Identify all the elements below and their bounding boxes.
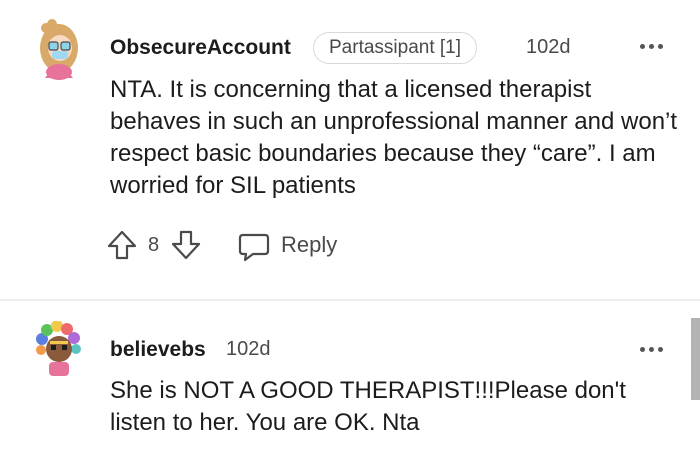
comment-body: NTA. It is concerning that a licensed th… (110, 76, 678, 199)
reply-label: Reply (281, 232, 338, 257)
reply-bubble-icon (238, 233, 270, 262)
upvote-icon[interactable] (105, 228, 139, 262)
user-avatar[interactable] (33, 18, 85, 80)
comment-timestamp[interactable]: 102d (226, 338, 271, 361)
vote-count: 8 (148, 234, 160, 256)
comment-timestamp[interactable]: 102d (526, 36, 571, 59)
user-flair-badge: Partassipant [1] (313, 32, 478, 64)
username[interactable]: ObsecureAccount (110, 36, 291, 60)
comment: ObsecureAccount Partassipant [1] 102d NT… (0, 0, 700, 299)
downvote-icon[interactable] (169, 228, 203, 262)
user-avatar[interactable] (33, 320, 85, 376)
avatar-girl-glasses-icon (40, 19, 78, 80)
reply-button[interactable]: Reply (237, 226, 347, 266)
comment: believebs 102d She is NOT A GOOD THERAPI… (0, 301, 700, 462)
avatar-colorful-hair-icon (36, 320, 81, 376)
scrollbar-thumb[interactable] (691, 318, 700, 400)
more-options-icon[interactable] (640, 343, 670, 357)
more-options-icon[interactable] (640, 40, 670, 54)
username[interactable]: believebs (110, 338, 206, 362)
comment-body: She is NOT A GOOD THERAPIST!!!Please don… (110, 377, 626, 436)
